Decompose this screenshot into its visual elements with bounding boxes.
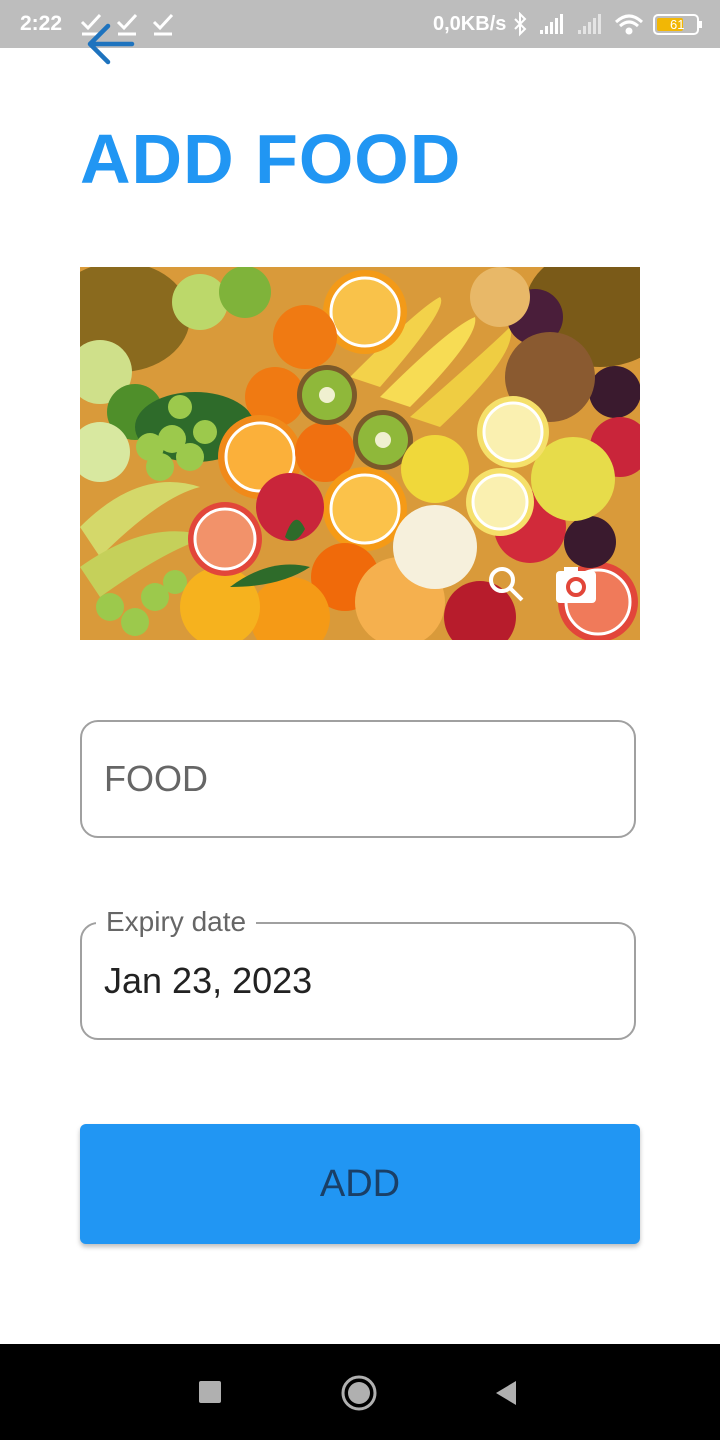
food-image[interactable]: [80, 267, 640, 640]
back-arrow-icon[interactable]: [84, 22, 136, 66]
check-icon: [152, 13, 174, 36]
battery-icon: 61: [653, 14, 702, 35]
signal-icon: [578, 14, 601, 34]
bluetooth-icon: [514, 12, 527, 37]
back-icon[interactable]: [494, 1380, 518, 1406]
recents-icon[interactable]: [198, 1380, 222, 1404]
expiry-date-value: Jan 23, 2023: [104, 960, 313, 1001]
battery-level: 61: [670, 17, 684, 32]
home-icon[interactable]: [340, 1374, 378, 1412]
page-title: ADD FOOD: [80, 120, 462, 198]
add-button[interactable]: ADD: [80, 1124, 640, 1244]
system-nav-bar: [0, 1344, 720, 1440]
signal-icon: [540, 14, 563, 34]
network-speed: 0,0KB/s: [433, 13, 507, 35]
camera-icon: [556, 567, 596, 603]
status-icons: 61: [514, 12, 702, 37]
status-time: 2:22: [20, 12, 63, 35]
food-input-placeholder: FOOD: [104, 758, 208, 799]
wifi-icon: [614, 14, 644, 35]
expiry-date-field[interactable]: Expiry date Jan 23, 2023: [80, 906, 636, 1040]
food-input[interactable]: FOOD: [80, 720, 636, 838]
expiry-date-label: Expiry date: [96, 906, 257, 938]
